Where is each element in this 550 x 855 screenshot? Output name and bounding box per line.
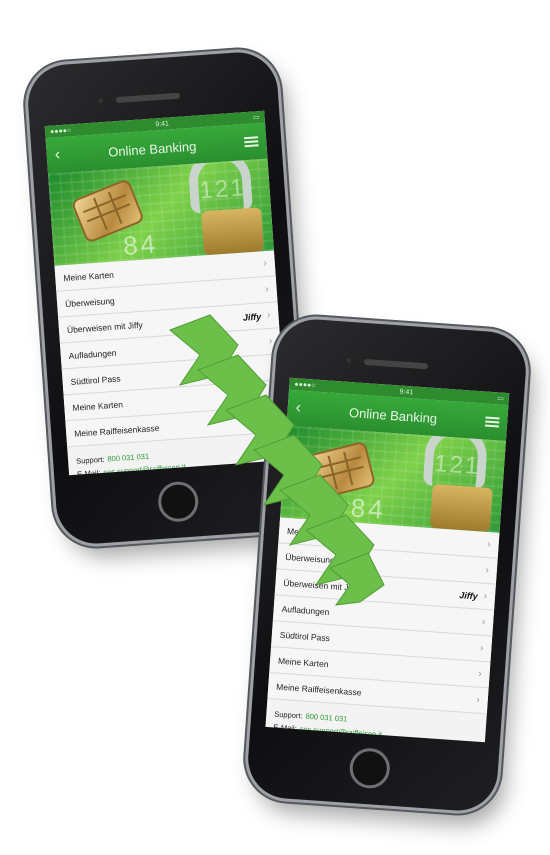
front-camera xyxy=(95,95,106,106)
status-signal: ●●●●○ xyxy=(49,126,72,136)
back-icon[interactable]: ‹ xyxy=(54,146,61,163)
chevron-right-icon: › xyxy=(263,257,268,270)
menu-item-label: Aufladungen xyxy=(68,347,117,361)
phone-back: ●●●●○ 9:41 ▭ ‹ Online Banking 84 121 Mei… xyxy=(25,49,309,547)
status-signal: ●●●●○ xyxy=(294,380,316,390)
menu-item-label: Meine Karten xyxy=(277,655,329,669)
chevron-right-icon: › xyxy=(481,616,486,628)
speaker-grille xyxy=(115,92,181,104)
banner-image: 84 121 xyxy=(48,158,274,266)
hamburger-menu-icon[interactable] xyxy=(484,416,500,428)
phone-front: ●●●●○ 9:41 ▭ ‹ Online Banking 84 121 Mei… xyxy=(245,316,529,814)
nav-title: Online Banking xyxy=(107,138,197,160)
jiffy-logo: Jiffy xyxy=(242,310,262,323)
chevron-right-icon: › xyxy=(476,694,481,706)
jiffy-logo: Jiffy xyxy=(459,589,479,601)
menu-item-label: Meine Karten xyxy=(72,398,124,413)
phone-screen: ●●●●○ 9:41 ▭ ‹ Online Banking 84 121 Mei… xyxy=(265,377,510,743)
menu-item-label: Südtirol Pass xyxy=(70,372,121,387)
padlock-body-image xyxy=(429,483,493,533)
menu-item-label: Überweisen mit Jiffy xyxy=(283,577,360,593)
menu-list: Meine Karten › Überweisung › Überweisen … xyxy=(54,250,287,448)
banner-digits: 84 xyxy=(122,228,160,261)
email-label: E-Mail: xyxy=(76,468,101,476)
chevron-right-icon: › xyxy=(268,335,273,347)
home-button[interactable] xyxy=(348,746,392,790)
back-icon[interactable]: ‹ xyxy=(295,399,302,416)
chevron-right-icon: › xyxy=(264,283,270,296)
menu-item-label: Meine Raiffeisenkasse xyxy=(73,422,160,439)
menu-item-label: Meine Karten xyxy=(286,525,338,539)
banner-digits: 84 xyxy=(349,492,387,525)
menu-item-label: Meine Raiffeisenkasse xyxy=(275,681,362,698)
support-label: Support: xyxy=(75,454,105,466)
status-time: 9:41 xyxy=(399,387,414,396)
banner-image: 84 121 xyxy=(280,425,506,533)
hamburger-menu-icon[interactable] xyxy=(243,136,259,148)
email-label: E-Mail: xyxy=(273,722,298,734)
card-chip-image xyxy=(304,440,377,501)
chevron-right-icon: › xyxy=(483,590,488,603)
chevron-right-icon: › xyxy=(485,564,490,577)
chevron-right-icon: › xyxy=(477,668,482,680)
menu-item-label: Meine Karten xyxy=(62,269,115,283)
status-time: 9:41 xyxy=(155,119,170,128)
menu-item-label: Überweisen mit Jiffy xyxy=(66,319,144,335)
menu-item-label: Aufladungen xyxy=(281,603,330,617)
chevron-right-icon: › xyxy=(486,538,492,551)
battery-icon: ▭ xyxy=(496,395,505,403)
front-camera xyxy=(343,355,354,366)
banner-digits: 121 xyxy=(198,174,247,205)
battery-icon: ▭ xyxy=(252,114,260,122)
phone-screen: ●●●●○ 9:41 ▭ ‹ Online Banking 84 121 Mei… xyxy=(44,110,289,476)
speaker-grille xyxy=(363,358,429,370)
padlock-body-image xyxy=(201,207,264,256)
menu-item-label: Überweisung xyxy=(285,551,336,565)
nav-title: Online Banking xyxy=(348,404,438,426)
chevron-right-icon: › xyxy=(270,361,275,373)
chevron-right-icon: › xyxy=(266,309,271,322)
menu-item-label: Überweisung xyxy=(64,295,115,309)
menu-list: Meine Karten › Überweisung › Überweisen … xyxy=(267,517,500,715)
home-button[interactable] xyxy=(156,480,200,524)
chevron-right-icon: › xyxy=(479,642,484,654)
banner-digits: 121 xyxy=(433,450,482,481)
menu-item-label: Südtirol Pass xyxy=(279,629,331,643)
